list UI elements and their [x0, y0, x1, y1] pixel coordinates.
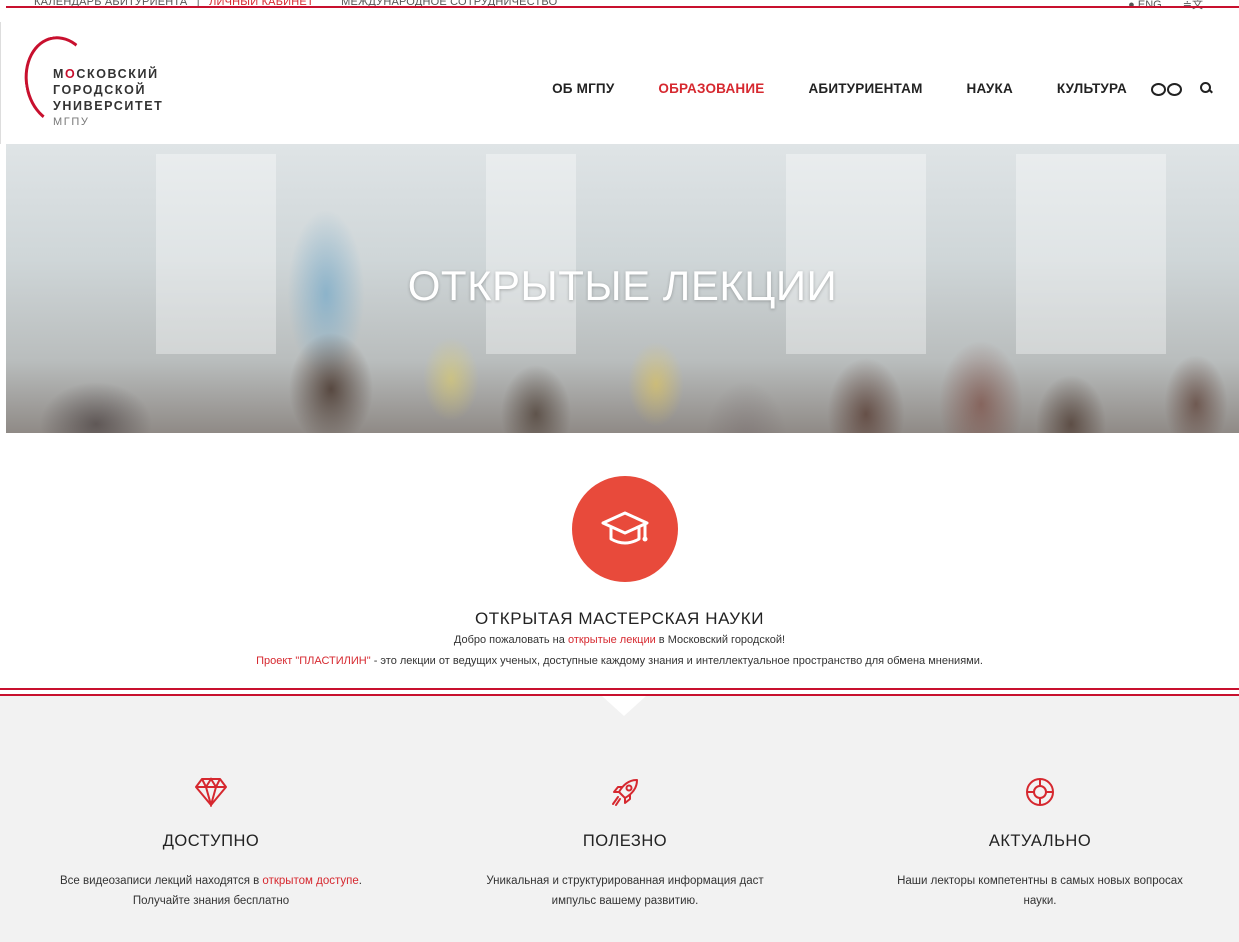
hero-title: ОТКРЫТЫЕ ЛЕКЦИИ	[407, 262, 838, 309]
feature-desc-pre: Все видеозаписи лекций находятся в	[59, 875, 263, 887]
feature-title: ПОЛЕЗНО	[582, 832, 668, 850]
logo-line-1: МОСКОВСКИЙ	[53, 67, 159, 81]
nav-item-applicants[interactable]: АБИТУРИЕНТАМ	[808, 81, 922, 96]
graduation-cap-icon	[601, 511, 649, 545]
intro-section: ОТКРЫТАЯ МАСТЕРСКАЯ НАУКИ Добро пожалова…	[0, 433, 1239, 688]
logo-abbr: МГПУ	[53, 116, 90, 128]
feature-useful: ПОЛЕЗНО Уникальная и структурированная и…	[425, 776, 825, 911]
search-icon[interactable]	[1199, 81, 1213, 95]
section-divider-top	[0, 688, 1239, 690]
intro-welcome-text: Добро пожаловать на открытые лекции в Мо…	[0, 634, 1239, 646]
feature-icon-wrap	[840, 776, 1239, 808]
feature-desc-line2: Получайте знания бесплатно	[132, 895, 290, 907]
open-access-link[interactable]: открытом доступе	[262, 875, 358, 887]
background-window	[786, 154, 926, 354]
logo-line-1-rest: СКОВСКИЙ	[76, 67, 159, 81]
feature-desc-line1: Уникальная и структурированная информаци…	[486, 875, 764, 887]
nav-item-education[interactable]: ОБРАЗОВАНИЕ	[658, 81, 764, 96]
top-divider	[6, 6, 1239, 8]
project-plastilin-link[interactable]: Проект "ПЛАСТИЛИН"	[256, 655, 371, 667]
feature-desc-line2: импульс вашему развитию.	[551, 895, 699, 907]
feature-description: Уникальная и структурированная информаци…	[425, 871, 825, 911]
rocket-icon	[612, 779, 638, 806]
intro-project-text: Проект "ПЛАСТИЛИН" - это лекции от ведущ…	[0, 655, 1239, 667]
logo-letter-m: М	[53, 67, 66, 81]
open-lectures-link[interactable]: открытые лекции	[568, 634, 656, 646]
logo-letter-o: О	[65, 67, 77, 81]
feature-accessible: ДОСТУПНО Все видеозаписи лекций находятс…	[11, 776, 411, 911]
feature-description: Все видеозаписи лекций находятся в откры…	[11, 871, 411, 911]
welcome-text-post: в Московский городской!	[655, 634, 786, 646]
features-section: ДОСТУПНО Все видеозаписи лекций находятс…	[0, 696, 1239, 942]
project-description: - это лекции от ведущих ученых, доступны…	[370, 655, 983, 667]
nav-item-science[interactable]: НАУКА	[967, 81, 1013, 96]
feature-desc-line2: науки.	[1023, 895, 1057, 907]
logo-line-2: ГОРОДСКОЙ	[53, 83, 147, 97]
feature-icon-wrap	[425, 776, 825, 808]
feature-icon-wrap	[11, 776, 411, 808]
nav-item-about[interactable]: ОБ МГПУ	[552, 81, 614, 96]
nav-item-culture[interactable]: КУЛЬТУРА	[1057, 81, 1127, 96]
main-nav: ОБ МГПУ ОБРАЗОВАНИЕ АБИТУРИЕНТАМ НАУКА К…	[508, 78, 1239, 98]
background-window	[156, 154, 276, 354]
logo-line-3: УНИВЕРСИТЕТ	[53, 99, 164, 113]
low-vision-glasses-icon[interactable]	[1151, 82, 1183, 96]
university-logo[interactable]: МОСКОВСКИЙ ГОРОДСКОЙ УНИВЕРСИТЕТ МГПУ	[17, 30, 191, 146]
intro-icon-circle	[572, 476, 678, 582]
section-notch	[602, 696, 646, 716]
feature-title: ДОСТУПНО	[162, 832, 260, 850]
background-window	[486, 154, 576, 354]
hero-banner: ОТКРЫТЫЕ ЛЕКЦИИ	[6, 144, 1239, 433]
feature-relevant: АКТУАЛЬНО Наши лекторы компетентны в сам…	[840, 776, 1239, 911]
feature-desc-post: .	[358, 875, 362, 887]
feature-title: АКТУАЛЬНО	[988, 832, 1092, 850]
welcome-text-pre: Добро пожаловать на	[453, 634, 568, 646]
site-header: МОСКОВСКИЙ ГОРОДСКОЙ УНИВЕРСИТЕТ МГПУ ОБ…	[0, 22, 1239, 144]
intro-heading: ОТКРЫТАЯ МАСТЕРСКАЯ НАУКИ	[474, 609, 765, 628]
background-window	[1016, 154, 1166, 354]
top-utility-bar: КАЛЕНДАРЬ АБИТУРИЕНТА | ЛИЧНЫЙ КАБИНЕТ М…	[0, 0, 1239, 22]
feature-desc-line1: Наши лекторы компетентны в самых новых в…	[897, 875, 1183, 887]
feature-description: Наши лекторы компетентны в самых новых в…	[840, 871, 1239, 911]
diamond-icon	[195, 777, 227, 807]
lifebuoy-icon	[1026, 778, 1054, 806]
